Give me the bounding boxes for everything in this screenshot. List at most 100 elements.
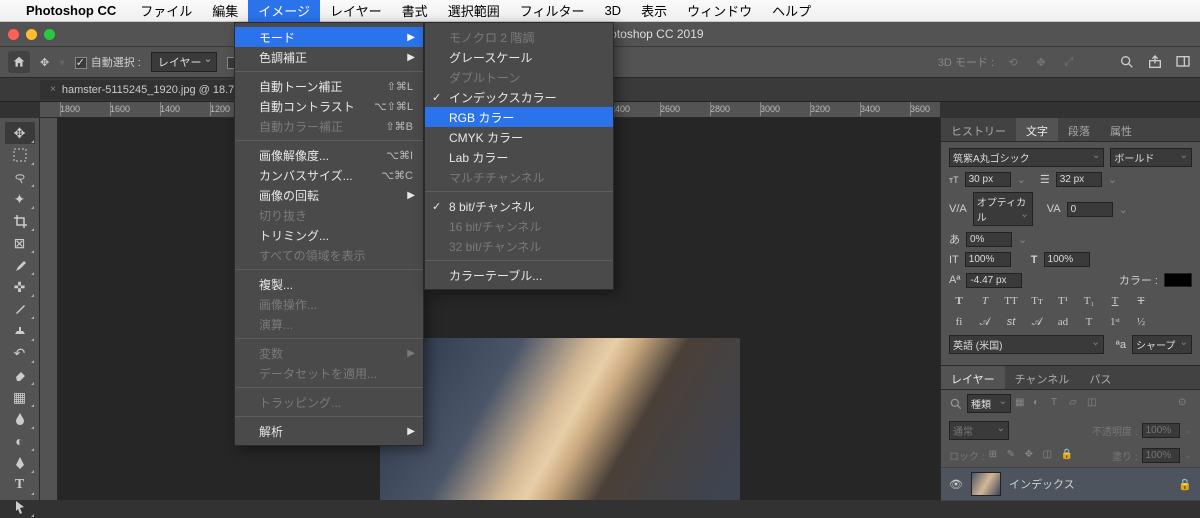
auto-select-checkbox[interactable] bbox=[75, 57, 87, 69]
allcaps-button[interactable]: TT bbox=[1001, 293, 1021, 309]
tab-channels[interactable]: チャンネル bbox=[1005, 366, 1080, 389]
zoom-3d-icon[interactable]: ⤢ bbox=[1060, 53, 1078, 71]
leading-input[interactable]: 32 px bbox=[1056, 172, 1102, 187]
lock-position-icon[interactable]: ✥ bbox=[1025, 449, 1039, 463]
ligatures-button[interactable]: fi bbox=[949, 314, 969, 330]
font-size-input[interactable]: 30 px bbox=[965, 172, 1011, 187]
lock-all-icon[interactable]: 🔒 bbox=[1061, 449, 1075, 463]
filter-toggle-icon[interactable]: ⊙ bbox=[1178, 397, 1192, 411]
tsume-input[interactable]: 0% bbox=[966, 232, 1012, 247]
opacity-input[interactable]: 100% bbox=[1142, 423, 1180, 438]
pen-tool[interactable] bbox=[5, 452, 35, 474]
antialias-dropdown[interactable]: シャープ bbox=[1132, 335, 1192, 354]
fractions2-button[interactable]: ½ bbox=[1131, 314, 1151, 330]
magic-wand-tool[interactable]: ✦ bbox=[5, 188, 35, 210]
tab-history[interactable]: ヒストリー bbox=[941, 118, 1016, 141]
menu-item[interactable]: 色調補正▶ bbox=[235, 47, 423, 67]
menu-3d[interactable]: 3D bbox=[594, 1, 631, 20]
color-swatch[interactable] bbox=[1164, 273, 1192, 287]
menu-item[interactable]: 自動トーン補正⇧⌘L bbox=[235, 76, 423, 96]
blend-mode-dropdown[interactable]: 通常 bbox=[949, 421, 1009, 440]
menu-item[interactable]: カンバスサイズ...⌥⌘C bbox=[235, 165, 423, 185]
path-selection-tool[interactable] bbox=[5, 496, 35, 518]
lock-pixels-icon[interactable]: ⊞ bbox=[989, 449, 1003, 463]
filter-adjust-icon[interactable]: ◐ bbox=[1033, 397, 1047, 411]
menu-image[interactable]: イメージ bbox=[248, 0, 320, 22]
document-tab[interactable]: × hamster-5115245_1920.jpg @ 18.7 bbox=[40, 80, 245, 100]
menu-layer[interactable]: レイヤー bbox=[320, 0, 392, 22]
lock-artboard-icon[interactable]: ◫ bbox=[1043, 449, 1057, 463]
filter-type-icon[interactable]: T bbox=[1051, 397, 1065, 411]
minimize-window-icon[interactable] bbox=[26, 29, 37, 40]
lasso-tool[interactable] bbox=[5, 166, 35, 188]
superscript-button[interactable]: T¹ bbox=[1053, 293, 1073, 309]
kerning-dropdown[interactable]: オプティカル bbox=[973, 192, 1033, 226]
blur-tool[interactable] bbox=[5, 408, 35, 430]
menu-item[interactable]: カラーテーブル... bbox=[425, 265, 613, 285]
tracking-input[interactable]: 0 bbox=[1067, 202, 1113, 217]
ordinals-button[interactable]: T bbox=[1079, 314, 1099, 330]
eraser-tool[interactable] bbox=[5, 364, 35, 386]
filter-smart-icon[interactable]: ◫ bbox=[1087, 397, 1101, 411]
titling-button[interactable]: ad bbox=[1053, 314, 1073, 330]
menu-item[interactable]: 解析▶ bbox=[235, 421, 423, 441]
menu-file[interactable]: ファイル bbox=[130, 0, 202, 22]
close-window-icon[interactable] bbox=[8, 29, 19, 40]
frame-tool[interactable]: ⊠ bbox=[5, 232, 35, 254]
vscale-input[interactable]: 100% bbox=[965, 252, 1011, 267]
stylistic-button[interactable]: 𝒜 bbox=[1027, 314, 1047, 330]
menu-item[interactable]: CMYK カラー bbox=[425, 127, 613, 147]
healing-brush-tool[interactable]: ✜ bbox=[5, 276, 35, 298]
menu-item[interactable]: インデックスカラー✓ bbox=[425, 87, 613, 107]
layer-thumbnail[interactable] bbox=[971, 472, 1001, 496]
menu-help[interactable]: ヘルプ bbox=[762, 0, 821, 22]
filter-pixel-icon[interactable]: ▦ bbox=[1015, 397, 1029, 411]
menu-edit[interactable]: 編集 bbox=[202, 0, 248, 22]
menu-item[interactable]: トリミング... bbox=[235, 225, 423, 245]
language-dropdown[interactable]: 英語 (米国) bbox=[949, 335, 1104, 354]
menu-filter[interactable]: フィルター bbox=[510, 0, 595, 22]
filter-shape-icon[interactable]: ▱ bbox=[1069, 397, 1083, 411]
font-style-dropdown[interactable]: ボールド bbox=[1110, 148, 1192, 167]
menu-item[interactable]: 画像の回転▶ bbox=[235, 185, 423, 205]
dodge-tool[interactable]: ◐ bbox=[5, 430, 35, 452]
home-button[interactable] bbox=[8, 51, 30, 73]
hscale-input[interactable]: 100% bbox=[1044, 252, 1090, 267]
menu-item[interactable]: RGB カラー bbox=[425, 107, 613, 127]
tab-properties[interactable]: 属性 bbox=[1100, 118, 1142, 141]
tab-paths[interactable]: パス bbox=[1079, 366, 1121, 389]
menu-item[interactable]: 複製... bbox=[235, 274, 423, 294]
history-brush-tool[interactable]: ↶ bbox=[5, 342, 35, 364]
menu-item[interactable]: 8 bit/チャンネル✓ bbox=[425, 196, 613, 216]
workspace-icon[interactable] bbox=[1174, 53, 1192, 71]
layer-filter-dropdown[interactable]: 種類 bbox=[967, 394, 1011, 413]
clone-stamp-tool[interactable] bbox=[5, 320, 35, 342]
layer-lock-icon[interactable]: 🔒 bbox=[1178, 478, 1192, 491]
menu-item[interactable]: 自動コントラスト⌥⇧⌘L bbox=[235, 96, 423, 116]
menu-item[interactable]: 画像解像度...⌥⌘I bbox=[235, 145, 423, 165]
tab-character[interactable]: 文字 bbox=[1016, 118, 1058, 141]
fractions-button[interactable]: 1ˢᵗ bbox=[1105, 314, 1125, 330]
font-family-dropdown[interactable]: 筑紫A丸ゴシック bbox=[949, 148, 1104, 167]
pan-3d-icon[interactable]: ✥ bbox=[1032, 53, 1050, 71]
subscript-button[interactable]: T₁ bbox=[1079, 293, 1099, 309]
orbit-3d-icon[interactable]: ⟲ bbox=[1004, 53, 1022, 71]
smallcaps-button[interactable]: Tᴛ bbox=[1027, 293, 1047, 309]
eyedropper-tool[interactable] bbox=[5, 254, 35, 276]
close-tab-icon[interactable]: × bbox=[50, 84, 56, 95]
strikethrough-button[interactable]: T bbox=[1131, 293, 1151, 309]
gradient-tool[interactable]: ▦ bbox=[5, 386, 35, 408]
share-icon[interactable] bbox=[1146, 53, 1164, 71]
lock-brush-icon[interactable]: ✎ bbox=[1007, 449, 1021, 463]
menu-select[interactable]: 選択範囲 bbox=[438, 0, 510, 22]
layer-row[interactable]: 👁 インデックス 🔒 bbox=[941, 467, 1200, 501]
menu-view[interactable]: 表示 bbox=[631, 0, 677, 22]
fill-input[interactable]: 100% bbox=[1142, 448, 1180, 463]
marquee-tool[interactable] bbox=[5, 144, 35, 166]
swash-button[interactable]: st bbox=[1001, 314, 1021, 330]
tab-paragraph[interactable]: 段落 bbox=[1058, 118, 1100, 141]
tab-layers[interactable]: レイヤー bbox=[941, 366, 1005, 389]
underline-button[interactable]: T bbox=[1105, 293, 1125, 309]
menu-type[interactable]: 書式 bbox=[392, 0, 438, 22]
move-tool[interactable]: ✥ bbox=[5, 122, 35, 144]
